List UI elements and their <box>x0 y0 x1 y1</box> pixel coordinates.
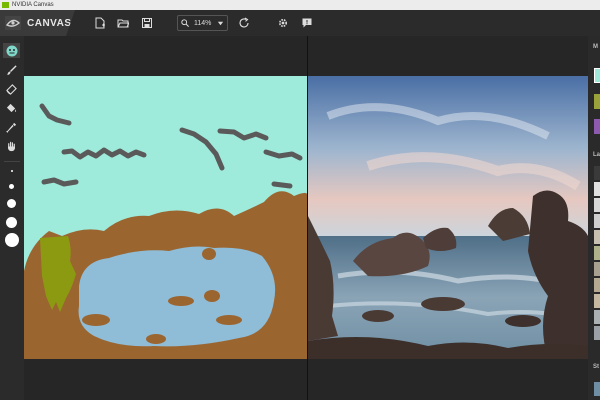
generated-image <box>308 76 588 359</box>
layer-item[interactable] <box>594 262 600 276</box>
reset-button[interactable] <box>236 15 252 31</box>
workspace <box>24 36 588 400</box>
brush-icon <box>7 65 17 76</box>
layer-item[interactable] <box>594 310 600 324</box>
materials-section-label: M <box>593 44 598 50</box>
eyedropper-icon <box>6 122 17 133</box>
eraser-icon <box>6 84 17 95</box>
palette-icon <box>6 45 17 56</box>
layer-item[interactable] <box>594 230 600 244</box>
brush-size-sm[interactable] <box>9 184 14 189</box>
brush-size-xs[interactable] <box>11 170 13 172</box>
open-file-button[interactable] <box>115 15 131 31</box>
nvidia-logo-icon <box>5 16 21 30</box>
layer-item[interactable] <box>594 166 600 180</box>
layer-item[interactable] <box>594 198 600 212</box>
window-title: NVIDIA Canvas <box>12 2 54 8</box>
save-file-button[interactable] <box>139 15 155 31</box>
tool-separator <box>4 161 20 162</box>
zoom-value: 114% <box>194 19 212 27</box>
new-file-button[interactable] <box>92 15 108 31</box>
new-file-icon <box>95 17 105 29</box>
refresh-icon <box>239 17 249 28</box>
layer-item[interactable] <box>594 246 600 260</box>
title-bar: NVIDIA Canvas <box>0 0 600 10</box>
brush-size-xl[interactable] <box>5 233 19 247</box>
brush-size-md[interactable] <box>7 199 16 208</box>
eraser-tool-button[interactable] <box>3 82 20 97</box>
app-icon <box>2 2 9 8</box>
fill-tool-button[interactable] <box>3 101 20 116</box>
layers-section-label: La <box>593 152 600 158</box>
gear-icon <box>278 18 288 28</box>
tool-strip <box>0 36 24 400</box>
material-swatch[interactable] <box>594 94 600 109</box>
paint-bucket-icon <box>6 103 17 113</box>
material-swatch[interactable] <box>594 68 600 83</box>
logo-area: CANVAS <box>0 10 75 36</box>
style-tool-button[interactable] <box>3 43 20 58</box>
pan-tool-button[interactable] <box>3 139 20 154</box>
layer-item[interactable] <box>594 294 600 308</box>
brush-size-lg[interactable] <box>6 217 17 228</box>
save-icon <box>142 18 152 28</box>
app-name: CANVAS <box>27 17 72 29</box>
main-toolbar: CANVAS 114% <box>0 10 600 36</box>
layer-item[interactable] <box>594 214 600 228</box>
brush-tool-button[interactable] <box>3 63 20 78</box>
layer-item[interactable] <box>594 326 600 340</box>
styles-section-label: St <box>593 364 599 370</box>
feedback-button[interactable] <box>299 15 315 31</box>
folder-open-icon <box>117 19 129 28</box>
eyedropper-tool-button[interactable] <box>3 120 20 135</box>
right-panel: M La St <box>588 36 600 400</box>
material-swatch[interactable] <box>594 119 600 134</box>
style-thumbnail[interactable] <box>594 382 600 396</box>
chevron-down-icon <box>217 21 224 25</box>
layer-item[interactable] <box>594 278 600 292</box>
settings-button[interactable] <box>275 15 291 31</box>
feedback-icon <box>302 18 312 28</box>
zoom-dropdown[interactable]: 114% <box>177 15 228 31</box>
search-icon <box>181 19 189 27</box>
hand-icon <box>8 141 15 152</box>
layer-item[interactable] <box>594 182 600 196</box>
segmentation-canvas[interactable] <box>24 76 307 359</box>
